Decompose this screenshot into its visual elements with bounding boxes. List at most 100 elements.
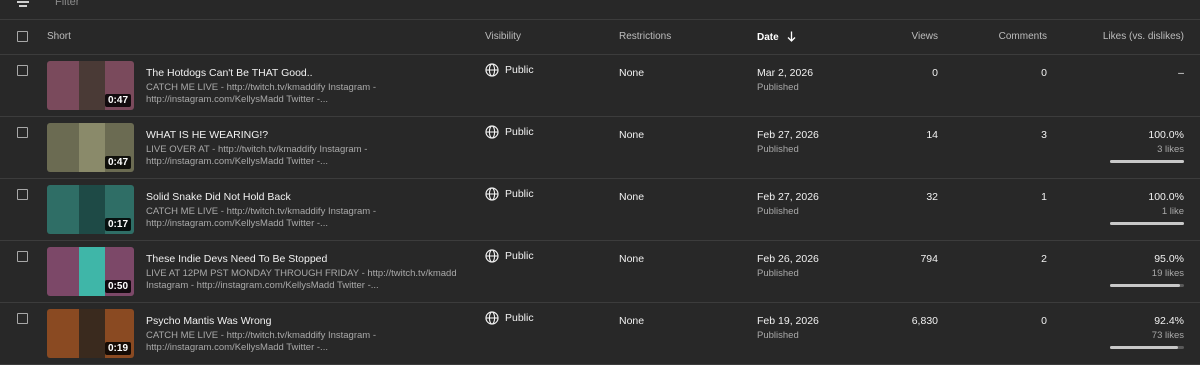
likes-percent: 92.4% [1154, 315, 1184, 327]
video-thumbnail[interactable]: 0:50 [47, 247, 134, 296]
publish-date: Feb 26, 2026 [757, 253, 819, 265]
video-thumbnail[interactable]: 0:47 [47, 61, 134, 110]
video-description: LIVE AT 12PM PST MONDAY THROUGH FRIDAY -… [146, 268, 456, 292]
likes-count: 19 likes [1151, 268, 1184, 279]
column-header-short[interactable]: Short [47, 31, 71, 42]
select-all-checkbox[interactable] [17, 31, 28, 42]
thumbnail-frame [79, 185, 105, 234]
video-thumbnail[interactable]: 0:47 [47, 123, 134, 172]
likes-bar [1110, 284, 1184, 287]
video-duration: 0:47 [104, 156, 131, 169]
video-description: CATCH ME LIVE - http://twitch.tv/kmaddif… [146, 330, 456, 354]
likes-count: 3 likes [1157, 144, 1184, 155]
video-title[interactable]: These Indie Devs Need To Be Stopped [146, 253, 327, 265]
likes-count: 73 likes [1151, 330, 1184, 341]
visibility-control[interactable]: Public [485, 125, 534, 139]
description-line-2: http://instagram.com/KellysMadd Twitter … [146, 218, 328, 229]
description-line-1: CATCH ME LIVE - http://twitch.tv/kmaddif… [146, 206, 376, 217]
thumbnail-frame [79, 123, 105, 172]
description-line-1: CATCH ME LIVE - http://twitch.tv/kmaddif… [146, 330, 376, 341]
likes-bar-fill [1110, 222, 1184, 225]
filter-icon[interactable] [17, 0, 29, 8]
publish-status: Published [757, 268, 799, 279]
column-header-likes[interactable]: Likes (vs. dislikes) [1103, 31, 1184, 42]
table-row[interactable]: 0:19 Psycho Mantis Was Wrong CATCH ME LI… [0, 303, 1200, 365]
publish-status: Published [757, 144, 799, 155]
description-line-1: CATCH ME LIVE - http://twitch.tv/kmaddif… [146, 82, 376, 93]
restrictions-value: None [619, 253, 645, 265]
description-line-1: LIVE AT 12PM PST MONDAY THROUGH FRIDAY -… [146, 268, 456, 279]
visibility-control[interactable]: Public [485, 187, 534, 201]
views-count: 14 [926, 129, 938, 141]
publish-date: Feb 27, 2026 [757, 191, 819, 203]
restrictions-value: None [619, 129, 645, 141]
visibility-control[interactable]: Public [485, 311, 534, 325]
publish-date: Feb 19, 2026 [757, 315, 819, 327]
thumbnail-frame [79, 247, 105, 296]
visibility-label: Public [505, 126, 534, 138]
video-title[interactable]: Psycho Mantis Was Wrong [146, 315, 271, 327]
description-line-1: LIVE OVER AT - http://twitch.tv/kmaddify… [146, 144, 368, 155]
filter-input[interactable] [55, 0, 355, 10]
likes-percent: – [1178, 67, 1184, 79]
table-header: Short Visibility Restrictions Date Views… [0, 20, 1200, 55]
likes-bar [1110, 222, 1184, 225]
views-count: 32 [926, 191, 938, 203]
globe-icon [485, 187, 499, 201]
visibility-control[interactable]: Public [485, 249, 534, 263]
restrictions-value: None [619, 191, 645, 203]
publish-date: Feb 27, 2026 [757, 129, 819, 141]
likes-count: 1 like [1161, 206, 1184, 217]
row-checkbox[interactable] [17, 251, 28, 262]
visibility-label: Public [505, 64, 534, 76]
video-title[interactable]: The Hotdogs Can't Be THAT Good.. [146, 67, 313, 79]
table-row[interactable]: 0:47 WHAT IS HE WEARING!? LIVE OVER AT -… [0, 117, 1200, 179]
likes-bar [1110, 346, 1184, 349]
visibility-label: Public [505, 188, 534, 200]
column-header-restrictions[interactable]: Restrictions [619, 31, 671, 42]
table-row[interactable]: 0:47 The Hotdogs Can't Be THAT Good.. CA… [0, 55, 1200, 117]
visibility-label: Public [505, 250, 534, 262]
comments-count: 0 [1041, 315, 1047, 327]
column-header-comments[interactable]: Comments [999, 31, 1047, 42]
likes-percent: 100.0% [1148, 191, 1184, 203]
comments-count: 1 [1041, 191, 1047, 203]
publish-status: Published [757, 82, 799, 93]
video-title[interactable]: Solid Snake Did Not Hold Back [146, 191, 291, 203]
row-checkbox[interactable] [17, 65, 28, 76]
views-count: 794 [920, 253, 938, 265]
likes-bar [1110, 160, 1184, 163]
video-description: LIVE OVER AT - http://twitch.tv/kmaddify… [146, 144, 456, 168]
video-duration: 0:50 [104, 280, 131, 293]
table-row[interactable]: 0:50 These Indie Devs Need To Be Stopped… [0, 241, 1200, 303]
video-description: CATCH ME LIVE - http://twitch.tv/kmaddif… [146, 206, 456, 230]
publish-status: Published [757, 330, 799, 341]
row-checkbox[interactable] [17, 189, 28, 200]
video-duration: 0:17 [104, 218, 131, 231]
video-title[interactable]: WHAT IS HE WEARING!? [146, 129, 268, 141]
video-description: CATCH ME LIVE - http://twitch.tv/kmaddif… [146, 82, 456, 106]
row-checkbox[interactable] [17, 127, 28, 138]
video-thumbnail[interactable]: 0:19 [47, 309, 134, 358]
table-row[interactable]: 0:17 Solid Snake Did Not Hold Back CATCH… [0, 179, 1200, 241]
row-checkbox[interactable] [17, 313, 28, 324]
likes-percent: 95.0% [1154, 253, 1184, 265]
views-count: 6,830 [911, 315, 938, 327]
globe-icon [485, 249, 499, 263]
publish-date: Mar 2, 2026 [757, 67, 814, 79]
description-line-2: http://instagram.com/KellysMadd Twitter … [146, 156, 328, 167]
video-thumbnail[interactable]: 0:17 [47, 185, 134, 234]
column-header-visibility[interactable]: Visibility [485, 31, 521, 42]
comments-count: 2 [1041, 253, 1047, 265]
globe-icon [485, 63, 499, 77]
column-header-views[interactable]: Views [912, 31, 939, 42]
column-header-date[interactable]: Date [757, 31, 796, 43]
visibility-control[interactable]: Public [485, 63, 534, 77]
comments-count: 3 [1041, 129, 1047, 141]
restrictions-value: None [619, 67, 645, 79]
likes-bar-fill [1110, 346, 1179, 349]
publish-status: Published [757, 206, 799, 217]
comments-count: 0 [1041, 67, 1047, 79]
description-line-2: http://instagram.com/KellysMadd Twitter … [146, 94, 328, 105]
video-duration: 0:19 [104, 342, 131, 355]
